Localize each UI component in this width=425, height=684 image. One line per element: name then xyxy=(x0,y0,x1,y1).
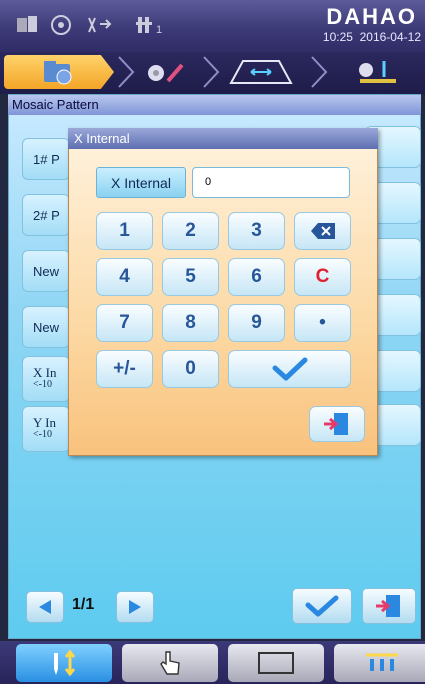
key-2[interactable]: 2 xyxy=(162,212,219,250)
brand-logo: DAHAO xyxy=(326,4,417,29)
tab-frame[interactable] xyxy=(228,644,324,682)
key-backspace[interactable] xyxy=(294,212,351,250)
key-enter[interactable] xyxy=(228,350,351,388)
prev-page-button[interactable] xyxy=(26,591,64,623)
tab-multi-needle[interactable] xyxy=(334,644,425,682)
arrow-right-icon xyxy=(129,600,141,614)
row-label: New xyxy=(33,263,60,279)
arrow-left-icon xyxy=(39,600,51,614)
step-frame-move[interactable] xyxy=(225,55,300,89)
key-clear[interactable]: C xyxy=(294,258,351,296)
y-interval-button[interactable]: Y In <-10 xyxy=(22,406,70,452)
new-button-1[interactable]: New xyxy=(22,250,70,292)
tab-needle[interactable] xyxy=(16,644,112,682)
step-folder-pattern[interactable] xyxy=(4,55,114,89)
hand-pointer-icon xyxy=(160,651,180,675)
step-edit-pattern[interactable] xyxy=(138,55,198,89)
row-label: New xyxy=(33,319,60,335)
spindle-icon xyxy=(48,12,74,38)
date-text: 2016-04-12 xyxy=(359,30,421,44)
row-label: X In xyxy=(33,365,57,380)
chevron-right-icon xyxy=(115,55,137,89)
exit-button[interactable] xyxy=(362,588,416,624)
key-decimal[interactable]: • xyxy=(294,304,351,342)
dialog-title: X Internal xyxy=(68,128,378,149)
key-1[interactable]: 1 xyxy=(96,212,153,250)
tab-manual[interactable] xyxy=(122,644,218,682)
key-plus-minus[interactable]: +/- xyxy=(96,350,153,388)
chevron-right-icon xyxy=(308,55,330,89)
needle-tab-icon xyxy=(54,649,76,677)
date-time: 10:25 2016-04-12 xyxy=(323,30,421,44)
head-icon: 1 xyxy=(128,12,168,38)
chevron-right-icon xyxy=(200,55,222,89)
next-page-button[interactable] xyxy=(116,591,154,623)
key-0[interactable]: 0 xyxy=(162,350,219,388)
step-embroider-start[interactable] xyxy=(340,55,415,89)
key-4[interactable]: 4 xyxy=(96,258,153,296)
pattern-1-button[interactable]: 1# P xyxy=(22,138,70,180)
key-6[interactable]: 6 xyxy=(228,258,285,296)
panel-title: Mosaic Pattern xyxy=(8,95,421,115)
row-sub-label: <-10 xyxy=(33,379,52,390)
confirm-button[interactable] xyxy=(292,588,352,624)
multi-needle-icon xyxy=(366,653,398,671)
key-7[interactable]: 7 xyxy=(96,304,153,342)
key-3[interactable]: 3 xyxy=(228,212,285,250)
checkmark-icon xyxy=(272,357,307,381)
exit-door-icon xyxy=(376,595,400,617)
new-button-2[interactable]: New xyxy=(22,306,70,348)
frame-outline-icon xyxy=(258,652,294,674)
folder-pattern-icon xyxy=(44,61,72,85)
edit-pattern-icon xyxy=(148,63,184,83)
backspace-icon xyxy=(310,223,335,239)
key-8[interactable]: 8 xyxy=(162,304,219,342)
head-counter: 1 xyxy=(155,24,163,36)
dialog-exit-button[interactable] xyxy=(309,406,365,442)
page-indicator: 1/1 xyxy=(72,596,95,613)
checkmark-icon xyxy=(305,595,339,617)
field-label: X Internal xyxy=(96,167,186,198)
row-sub-label: <-10 xyxy=(33,429,52,440)
key-5[interactable]: 5 xyxy=(162,258,219,296)
time-text: 10:25 xyxy=(322,30,353,44)
embroider-start-icon xyxy=(359,61,396,83)
x-interval-button[interactable]: X In <-10 xyxy=(22,356,70,402)
exit-door-icon xyxy=(324,413,348,435)
row-label: 2# P xyxy=(33,207,60,223)
frame-move-icon xyxy=(229,60,293,84)
value-input[interactable]: 0 xyxy=(192,167,350,198)
row-label: 1# P xyxy=(33,151,60,167)
pattern-2-button[interactable]: 2# P xyxy=(22,194,70,236)
machine-status-icon xyxy=(14,12,40,38)
row-label: Y In xyxy=(33,415,56,430)
needle-icon xyxy=(86,12,112,38)
key-9[interactable]: 9 xyxy=(228,304,285,342)
